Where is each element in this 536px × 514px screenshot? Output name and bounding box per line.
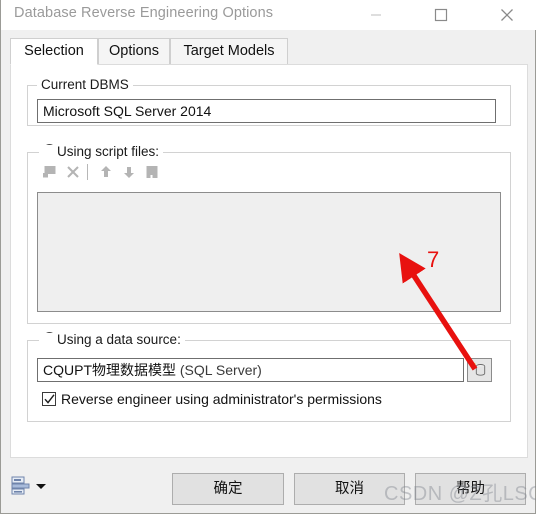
database-reverse-engineering-dialog: Database Reverse Engineering Options Sel…	[0, 0, 536, 514]
maximize-button[interactable]	[418, 0, 464, 30]
report-list-glyph	[11, 476, 30, 495]
maximize-icon	[434, 8, 448, 22]
data-source-value-cjk: CQUPT物理数据模型	[43, 362, 176, 378]
script-files-list[interactable]	[37, 192, 501, 312]
edit-script-file-icon[interactable]	[141, 161, 163, 183]
database-icon	[472, 362, 485, 376]
report-list-icon[interactable]	[11, 476, 31, 496]
admin-permissions-label[interactable]: Reverse engineer using administrator's p…	[61, 391, 382, 407]
tab-target-models[interactable]: Target Models	[170, 38, 288, 65]
cross-glyph	[67, 166, 79, 178]
minimize-icon	[371, 14, 381, 16]
help-button[interactable]: 帮助	[415, 473, 526, 505]
script-files-toolbar	[39, 161, 164, 183]
using-data-source-label[interactable]: Using a data source:	[39, 333, 185, 347]
browse-data-source-button[interactable]	[467, 358, 492, 382]
using-script-files-label[interactable]: Using script files:	[39, 145, 164, 159]
delete-script-file-icon[interactable]	[62, 161, 84, 183]
data-source-value-latin: (SQL Server)	[176, 362, 262, 378]
close-icon	[501, 9, 513, 21]
chevron-down-icon[interactable]	[36, 484, 46, 489]
edit-script-file-glyph	[146, 166, 158, 178]
toolbar-separator	[87, 164, 88, 180]
move-down-icon[interactable]	[118, 161, 140, 183]
arrow-up-glyph	[101, 166, 111, 177]
arrow-down-glyph	[124, 167, 134, 178]
add-script-file-icon[interactable]	[39, 161, 61, 183]
data-source-field[interactable]: CQUPT物理数据模型 (SQL Server)	[37, 358, 464, 382]
check-icon	[44, 394, 55, 404]
minimize-button[interactable]	[353, 0, 399, 30]
move-up-icon[interactable]	[95, 161, 117, 183]
close-button[interactable]	[484, 0, 530, 30]
tab-selection[interactable]: Selection	[10, 38, 98, 65]
title-bar: Database Reverse Engineering Options	[1, 0, 536, 30]
admin-permissions-checkbox[interactable]	[42, 392, 56, 406]
add-script-file-glyph	[43, 166, 56, 178]
tab-options[interactable]: Options	[98, 38, 170, 65]
ok-button[interactable]: 确定	[172, 473, 284, 505]
current-dbms-field[interactable]: Microsoft SQL Server 2014	[37, 99, 496, 123]
window-title: Database Reverse Engineering Options	[14, 5, 274, 21]
cancel-button[interactable]: 取消	[294, 473, 405, 505]
current-dbms-group-label: Current DBMS	[37, 78, 133, 92]
